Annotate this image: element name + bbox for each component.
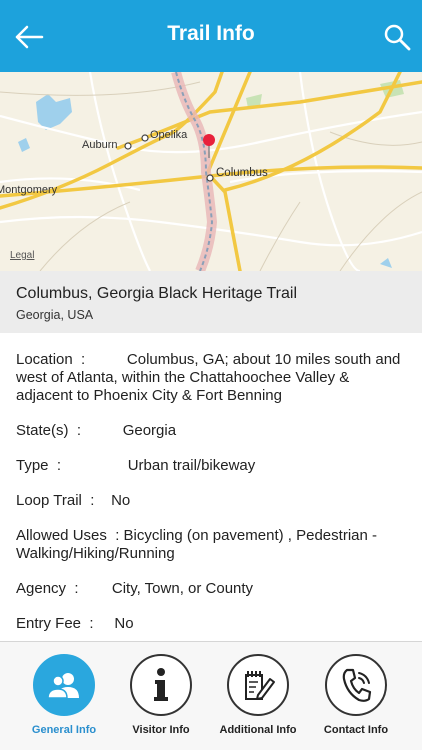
state-row: State(s) : Georgia [16, 422, 177, 439]
map-label-opelika: Opelika [150, 129, 188, 141]
info-icon [154, 668, 168, 701]
nav-general-info[interactable]: General Info [24, 654, 104, 736]
state-value: Georgia [122, 422, 177, 439]
trail-details: Location : Columbus, GA; about 10 miles … [0, 333, 422, 641]
location-label: Location [16, 351, 73, 368]
page-title: Trail Info [167, 22, 255, 45]
state-label: State(s) [16, 422, 69, 439]
location-row: Location : Columbus, GA; about 10 miles … [16, 351, 401, 404]
trail-summary: Columbus, Georgia Black Heritage Trail G… [0, 271, 422, 333]
agency-label: Agency [16, 580, 67, 597]
nav-contact-info-label: Contact Info [323, 724, 389, 736]
trail-region: Georgia, USA [16, 308, 94, 322]
fee-value: No [114, 615, 134, 632]
edit-document-icon [245, 671, 275, 700]
nav-visitor-info[interactable]: Visitor Info [121, 654, 201, 736]
loop-label: Loop Trail [16, 492, 82, 509]
map-graphic: Auburn Opelika Columbus Montgomery [0, 72, 422, 271]
agency-row: Agency : City, Town, or County [16, 580, 254, 597]
nav-general-info-label: General Info [31, 724, 97, 736]
nav-general-info-button[interactable] [33, 654, 95, 716]
bottom-nav: General Info Visitor Info Additional Inf… [0, 641, 422, 750]
loop-row: Loop Trail : No [16, 492, 131, 509]
map-label-auburn: Auburn [82, 139, 117, 151]
agency-value: City, Town, or County [111, 580, 254, 597]
search-icon[interactable] [382, 22, 412, 52]
fee-label: Entry Fee [16, 615, 82, 632]
nav-additional-info-button[interactable] [227, 654, 289, 716]
map-legal-link[interactable]: Legal [10, 250, 34, 261]
uses-row: Allowed Uses : Bicycling (on pavement) ,… [16, 527, 377, 562]
fee-row: Entry Fee : No [16, 615, 134, 632]
type-value: Urban trail/bikeway [127, 457, 256, 474]
nav-visitor-info-button[interactable] [130, 654, 192, 716]
phone-icon [342, 668, 372, 702]
type-label: Type [16, 457, 49, 474]
nav-additional-info-label: Additional Info [219, 724, 297, 736]
type-row: Type : Urban trail/bikeway [16, 457, 256, 474]
trail-name: Columbus, Georgia Black Heritage Trail [16, 285, 298, 302]
loop-value: No [111, 492, 131, 509]
nav-additional-info[interactable]: Additional Info [218, 654, 298, 736]
app-header: Trail Info [0, 0, 422, 72]
users-icon [47, 673, 79, 699]
uses-label: Allowed Uses [16, 527, 107, 544]
map-label-montgomery: Montgomery [0, 184, 58, 196]
trail-map[interactable]: Auburn Opelika Columbus Montgomery Legal [0, 72, 422, 271]
map-label-columbus: Columbus [216, 167, 268, 179]
nav-contact-info-button[interactable] [325, 654, 387, 716]
nav-visitor-info-label: Visitor Info [132, 724, 190, 736]
nav-contact-info[interactable]: Contact Info [316, 654, 396, 736]
